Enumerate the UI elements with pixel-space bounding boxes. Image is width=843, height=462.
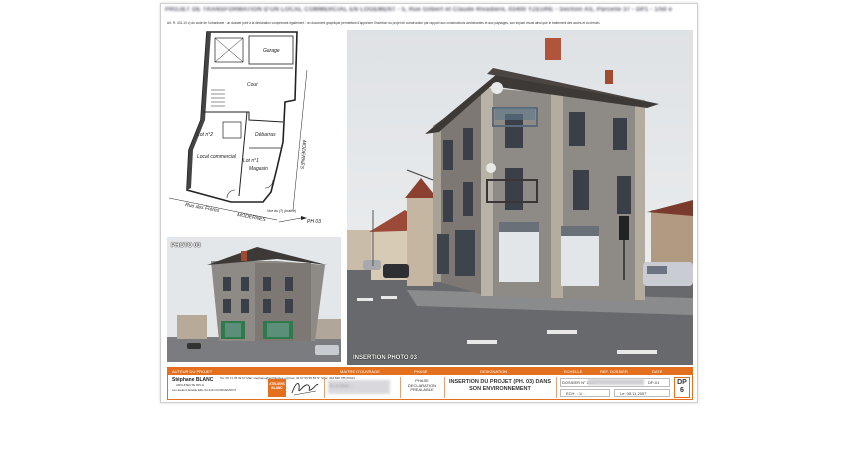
plan-label-magasin: Magasin — [249, 166, 268, 172]
header-ref: REF. DOSSIER — [600, 369, 628, 374]
header-author: AUTEUR DU PROJET — [172, 369, 213, 374]
drawing-sheet: PROJET DE TRANSFORMATION D'UN LOCAL COMM… — [160, 3, 698, 403]
plan-street-left: Rue des Frères — [185, 202, 220, 214]
date-value: Le: 05.11.2007 — [620, 390, 647, 396]
plan-label-garage: Garage — [263, 48, 280, 54]
plan-label-lot2: Lot n°2 — [197, 132, 213, 138]
header-owner: MAITRE D'OUVRAGE — [340, 369, 380, 374]
plan-label-cour: Cour — [247, 82, 258, 88]
header-scale: ECHELLE — [564, 369, 583, 374]
designation-value: INSERTION DU PROJET (PH. 03) DANS SON EN… — [448, 379, 552, 392]
photo-03-insertion-image — [347, 30, 693, 365]
photo-03-small-image — [167, 237, 341, 362]
title-block-header: AUTEUR DU PROJET MAITRE D'OUVRAGE PHASE … — [168, 368, 692, 375]
photo-03-small-label: PHOTO 03 — [171, 243, 201, 249]
sheet-subtitle: Art. R. 431-10 c) du code de l'urbanisme… — [167, 21, 601, 25]
header-date: DATE — [652, 369, 663, 374]
author-extra: Les ateliers Estelle Ellis 04 240 COURCE… — [172, 388, 237, 392]
plan-label-local: Local commercial — [197, 154, 237, 160]
separator — [400, 377, 401, 398]
dossier-redacted — [588, 379, 644, 385]
separator — [444, 377, 445, 398]
owner-name: M. et Mme ... — [330, 383, 354, 388]
phase-value: PHASE DECLARATION PREALABLE — [407, 378, 437, 393]
plan-label-debarras: Débarras — [255, 132, 276, 138]
site-plan-drawing: Garage Cour Lot n°2 Local commercial Déb… — [168, 31, 321, 225]
plan-note: Vue du (?) (mairie) — [267, 209, 296, 213]
dossier-code: DP-01 — [648, 380, 660, 385]
sheet-number-value: 6 — [680, 387, 684, 394]
sheet-number-prefix: DP — [677, 379, 687, 386]
author-role: ARCHITECTE DPLG — [176, 383, 205, 387]
photo-03-insertion-label: INSERTION PHOTO 03 — [353, 355, 417, 361]
plan-label-lot1: Lot n°1 — [243, 158, 259, 164]
header-designation: DESIGNATION — [480, 369, 508, 374]
signature — [291, 383, 319, 396]
title-block: AUTEUR DU PROJET MAITRE D'OUVRAGE PHASE … — [167, 367, 693, 400]
plan-photo-ref: PH 03 — [307, 219, 321, 225]
header-phase: PHASE — [414, 369, 428, 374]
architect-logo: ATELIERS BLANC — [268, 379, 286, 397]
photo-03-small — [167, 237, 341, 362]
site-plan: Garage Cour Lot n°2 Local commercial Déb… — [167, 30, 341, 230]
sheet-number: DP 6 — [674, 377, 690, 398]
plan-street-bottom: MODERNES — [237, 212, 267, 223]
sheet-title: PROJET DE TRANSFORMATION D'UN LOCAL COMM… — [165, 7, 673, 13]
separator — [556, 377, 557, 398]
photo-03-insertion: INSERTION PHOTO 03 — [347, 30, 693, 365]
separator — [324, 377, 325, 398]
scale-value: ECH. : 1/... — [566, 390, 586, 396]
